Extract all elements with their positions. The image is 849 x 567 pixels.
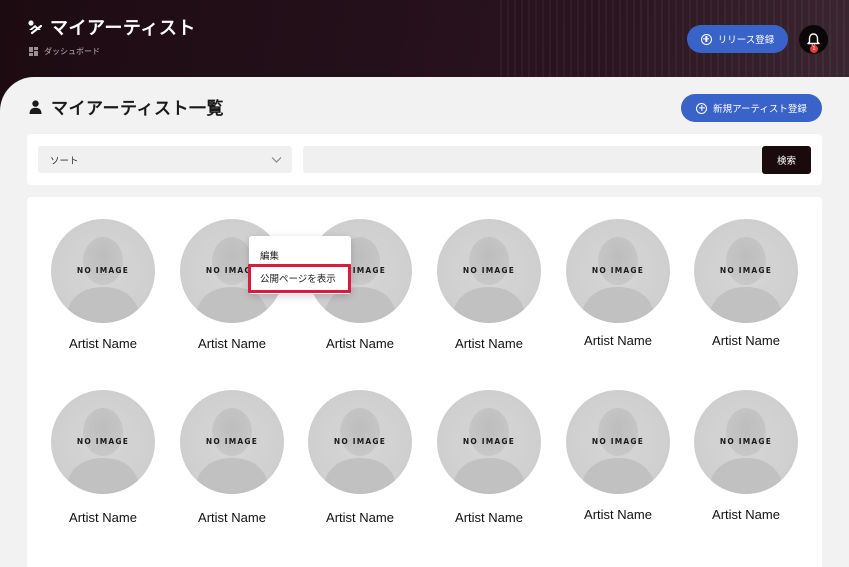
artist-card[interactable]: NO IMAGE Artist Name [694,219,798,348]
artist-name[interactable]: Artist Name [180,510,284,525]
no-image-label: NO IMAGE [205,437,259,446]
artist-avatar[interactable]: NO IMAGE [566,390,670,494]
release-register-label: リリース登録 [717,35,775,46]
no-image-label: NO IMAGE [719,437,773,446]
artist-avatar[interactable]: NO IMAGE [694,219,798,323]
artist-avatar[interactable]: NO IMAGE [51,219,155,323]
no-image-label: NO IMAGE [462,437,516,446]
artist-card[interactable]: NO IMAGE Artist Name [437,219,541,351]
notification-badge: 1 [810,45,818,53]
sort-select-value: ソート [50,155,79,167]
artist-name[interactable]: Artist Name [566,507,670,522]
artist-name[interactable]: Artist Name [180,336,284,351]
artist-avatar[interactable]: NO IMAGE [180,390,284,494]
artist-name[interactable]: Artist Name [51,336,155,351]
artist-avatar[interactable]: NO IMAGE [51,390,155,494]
search-input[interactable] [303,146,762,173]
artist-card[interactable]: NO IMAGE Artist Name [566,219,670,348]
no-image-label: NO IMAGE [462,266,516,275]
artist-card[interactable]: NO IMAGE Artist Name [437,390,541,525]
person-icon [29,99,42,114]
artist-name[interactable]: Artist Name [566,333,670,348]
artist-name[interactable]: Artist Name [308,510,412,525]
artist-card[interactable]: NO IMAGE Artist Name [694,390,798,522]
artist-card[interactable]: NO IMAGE Artist Name [308,390,412,525]
artist-card[interactable]: NO IMAGE Artist Name [566,390,670,522]
new-artist-label: 新規アーティスト登録 [713,104,807,115]
page-heading: マイアーティスト一覧 [29,94,224,119]
artist-name[interactable]: Artist Name [694,507,798,522]
artist-name[interactable]: Artist Name [437,510,541,525]
chevron-down-icon [271,157,282,163]
artist-name[interactable]: Artist Name [694,333,798,348]
artist-avatar[interactable]: NO IMAGE [694,390,798,494]
artist-name[interactable]: Artist Name [437,336,541,351]
no-image-label: NO IMAGE [591,437,645,446]
dashboard-icon [29,47,38,56]
artist-card[interactable]: NO IMAGE Artist Name [51,219,155,351]
sort-select[interactable]: ソート [38,146,292,173]
page-title: マイアーティスト一覧 [51,99,224,119]
search-button[interactable]: 検索 [762,146,811,174]
release-register-button[interactable]: リリース登録 [687,25,788,53]
highlight-box [248,264,351,293]
no-image-label: NO IMAGE [591,266,645,275]
no-image-label: NO IMAGE [76,266,130,275]
artist-name[interactable]: Artist Name [308,336,412,351]
app-title: マイアーティスト [50,18,196,39]
app-brand[interactable]: マイアーティスト [27,14,196,40]
breadcrumb[interactable]: ダッシュボード [29,46,100,57]
artist-card[interactable]: NO IMAGE Artist Name [51,390,155,525]
menu-item-edit[interactable]: 編集 [260,248,279,262]
no-image-label: NO IMAGE [76,437,130,446]
plus-circle-icon [696,102,708,114]
brand-logo-icon [28,20,43,35]
artist-card[interactable]: NO IMAGE Artist Name [180,390,284,525]
artist-avatar[interactable]: NO IMAGE [437,219,541,323]
plus-circle-icon [700,33,712,45]
no-image-label: NO IMAGE [333,437,387,446]
no-image-label: NO IMAGE [719,266,773,275]
new-artist-button[interactable]: 新規アーティスト登録 [681,94,822,122]
artist-avatar[interactable]: NO IMAGE [437,390,541,494]
artist-avatar[interactable]: NO IMAGE [308,390,412,494]
breadcrumb-label: ダッシュボード [44,47,100,56]
artist-name[interactable]: Artist Name [51,510,155,525]
artist-avatar[interactable]: NO IMAGE [566,219,670,323]
